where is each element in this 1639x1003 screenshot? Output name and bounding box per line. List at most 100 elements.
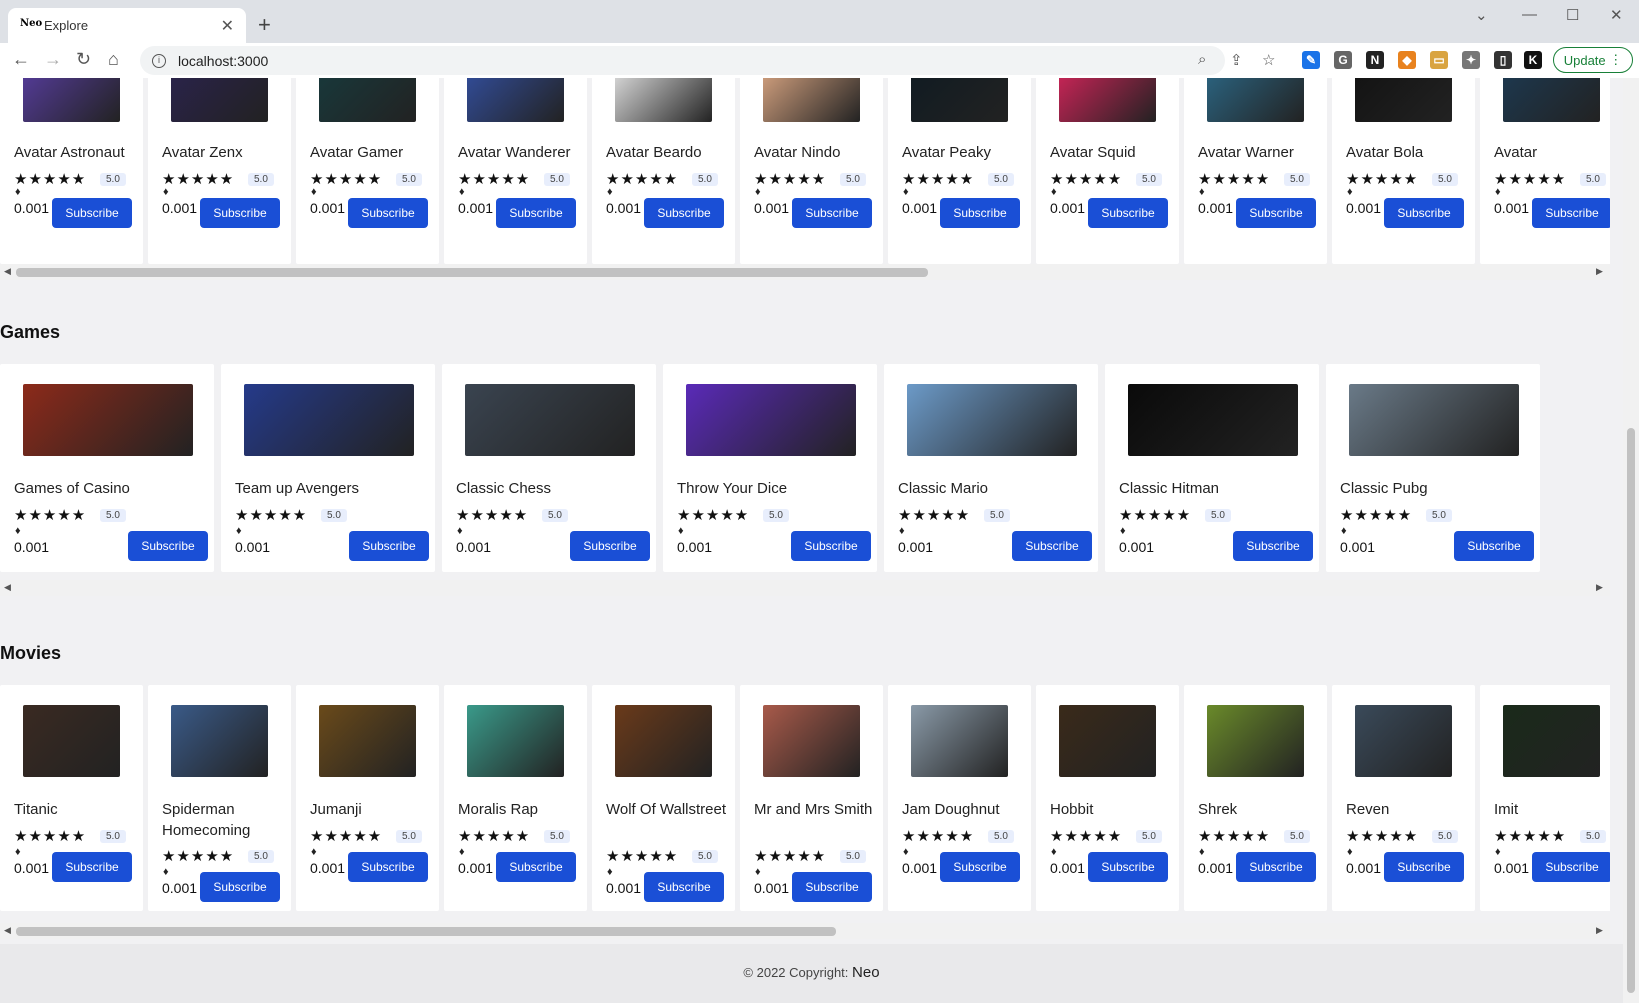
product-card[interactable]: Throw Your Dice ★★★★★ 5.0 ♦ 0.001 Subscribe <box>663 364 877 572</box>
tab-search-icon[interactable]: ⌄ <box>1475 6 1488 24</box>
product-thumbnail[interactable] <box>1207 78 1304 122</box>
subscribe-button[interactable]: Subscribe <box>940 852 1020 882</box>
product-card[interactable]: Avatar Warner ★★★★★ 5.0 ♦ 0.001 Subscribe <box>1184 78 1327 264</box>
subscribe-button[interactable]: Subscribe <box>200 872 280 902</box>
extensions-puzzle-icon[interactable]: ✦ <box>1462 51 1480 69</box>
subscribe-button[interactable]: Subscribe <box>1236 198 1316 228</box>
product-name[interactable]: Avatar Gamer <box>310 142 433 163</box>
product-card[interactable]: Avatar Peaky ★★★★★ 5.0 ♦ 0.001 Subscribe <box>888 78 1031 264</box>
product-card[interactable]: Jumanji ★★★★★ 5.0 ♦ 0.001 Subscribe <box>296 685 439 911</box>
product-card[interactable]: Avatar Bola ★★★★★ 5.0 ♦ 0.001 Subscribe <box>1332 78 1475 264</box>
product-card[interactable]: Classic Hitman ★★★★★ 5.0 ♦ 0.001 Subscribe <box>1105 364 1319 572</box>
subscribe-button[interactable]: Subscribe <box>1088 852 1168 882</box>
product-card[interactable]: Avatar Gamer ★★★★★ 5.0 ♦ 0.001 Subscribe <box>296 78 439 264</box>
close-window-icon[interactable]: ✕ <box>1610 6 1623 24</box>
product-name[interactable]: Avatar Astronaut <box>14 142 137 163</box>
reload-icon[interactable]: ↻ <box>76 49 91 70</box>
product-thumbnail[interactable] <box>1349 384 1519 456</box>
extension-pen-icon[interactable]: ✎ <box>1302 51 1320 69</box>
product-name[interactable]: Team up Avengers <box>235 478 429 499</box>
bookmark-star-icon[interactable]: ☆ <box>1262 51 1275 69</box>
product-name[interactable]: Avatar Bola <box>1346 142 1469 163</box>
new-tab-icon[interactable]: + <box>258 12 271 38</box>
product-thumbnail[interactable] <box>763 78 860 122</box>
product-card[interactable]: Imit ★★★★★ 5.0 ♦ 0.001 Subscribe <box>1480 685 1610 911</box>
subscribe-button[interactable]: Subscribe <box>349 531 429 561</box>
product-thumbnail[interactable] <box>911 78 1008 122</box>
scroll-left-arrow-icon[interactable]: ◀ <box>4 925 11 936</box>
extension-cast-icon[interactable]: ▭ <box>1430 51 1448 69</box>
product-thumbnail[interactable] <box>23 384 193 456</box>
product-card[interactable]: Wolf Of Wallstreet ★★★★★ 5.0 ♦ 0.001 Subscrib… <box>592 685 735 911</box>
product-name[interactable]: Classic Chess <box>456 478 650 499</box>
subscribe-button[interactable]: Subscribe <box>348 198 428 228</box>
subscribe-button[interactable]: Subscribe <box>200 198 280 228</box>
subscribe-button[interactable]: Subscribe <box>1384 198 1464 228</box>
product-thumbnail[interactable] <box>615 78 712 122</box>
product-thumbnail[interactable] <box>686 384 856 456</box>
product-thumbnail[interactable] <box>319 78 416 122</box>
product-thumbnail[interactable] <box>1355 705 1452 777</box>
product-thumbnail[interactable] <box>171 78 268 122</box>
product-card[interactable]: Jam Doughnut ★★★★★ 5.0 ♦ 0.001 Subscribe <box>888 685 1031 911</box>
scroll-left-arrow-icon[interactable]: ◀ <box>4 582 11 593</box>
close-tab-icon[interactable]: ✕ <box>221 16 234 36</box>
product-card[interactable]: Shrek ★★★★★ 5.0 ♦ 0.001 Subscribe <box>1184 685 1327 911</box>
share-icon[interactable]: ⇪ <box>1230 51 1243 69</box>
extension-metamask-icon[interactable]: ◆ <box>1398 51 1416 69</box>
subscribe-button[interactable]: Subscribe <box>792 872 872 902</box>
site-info-icon[interactable]: i <box>152 53 166 68</box>
product-name[interactable]: Avatar Nindo <box>754 142 877 163</box>
address-bar[interactable]: i localhost:3000 <box>140 46 1225 75</box>
product-name[interactable]: Avatar Peaky <box>902 142 1025 163</box>
product-name[interactable]: Hobbit <box>1050 799 1173 820</box>
product-thumbnail[interactable] <box>244 384 414 456</box>
product-name[interactable]: Avatar Beardo <box>606 142 729 163</box>
movies-hscrollbar[interactable]: ◀ ▶ <box>0 923 1610 939</box>
page-viewport[interactable]: Avatar Astronaut ★★★★★ 5.0 ♦ 0.001 Subscribe A… <box>0 78 1623 1003</box>
product-card[interactable]: Titanic ★★★★★ 5.0 ♦ 0.001 Subscribe <box>0 685 143 911</box>
games-row[interactable]: Games of Casino ★★★★★ 5.0 ♦ 0.001 Subscribe Te… <box>0 364 1610 572</box>
product-name[interactable]: Avatar Warner <box>1198 142 1321 163</box>
avatars-row[interactable]: Avatar Astronaut ★★★★★ 5.0 ♦ 0.001 Subscribe A… <box>0 78 1610 264</box>
product-card[interactable]: Mr and Mrs Smith ★★★★★ 5.0 ♦ 0.001 Subscribe <box>740 685 883 911</box>
product-card[interactable]: Reven ★★★★★ 5.0 ♦ 0.001 Subscribe <box>1332 685 1475 911</box>
subscribe-button[interactable]: Subscribe <box>128 531 208 561</box>
minimize-icon[interactable]: — <box>1522 6 1537 23</box>
subscribe-button[interactable]: Subscribe <box>496 198 576 228</box>
subscribe-button[interactable]: Subscribe <box>791 531 871 561</box>
subscribe-button[interactable]: Subscribe <box>940 198 1020 228</box>
subscribe-button[interactable]: Subscribe <box>1532 198 1610 228</box>
browser-tab[interactable]: Neo Explore ✕ <box>8 8 246 43</box>
extension-g-icon[interactable]: G <box>1334 51 1352 69</box>
product-name[interactable]: Spiderman Homecoming <box>162 799 285 841</box>
product-thumbnail[interactable] <box>1503 705 1600 777</box>
side-panel-icon[interactable]: ▯ <box>1494 51 1512 69</box>
product-card[interactable]: Avatar Astronaut ★★★★★ 5.0 ♦ 0.001 Subscribe <box>0 78 143 264</box>
subscribe-button[interactable]: Subscribe <box>1088 198 1168 228</box>
scroll-right-arrow-icon[interactable]: ▶ <box>1596 582 1603 593</box>
product-name[interactable]: Avatar <box>1494 142 1610 163</box>
subscribe-button[interactable]: Subscribe <box>348 852 428 882</box>
product-name[interactable]: Games of Casino <box>14 478 208 499</box>
product-thumbnail[interactable] <box>23 705 120 777</box>
profile-k-icon[interactable]: K <box>1524 51 1542 69</box>
subscribe-button[interactable]: Subscribe <box>644 198 724 228</box>
product-thumbnail[interactable] <box>1503 78 1600 122</box>
product-thumbnail[interactable] <box>467 78 564 122</box>
product-thumbnail[interactable] <box>467 705 564 777</box>
product-name[interactable]: Classic Pubg <box>1340 478 1534 499</box>
product-name[interactable]: Avatar Wanderer <box>458 142 581 163</box>
subscribe-button[interactable]: Subscribe <box>1233 531 1313 561</box>
product-name[interactable]: Classic Hitman <box>1119 478 1313 499</box>
product-card[interactable]: Avatar Squid ★★★★★ 5.0 ♦ 0.001 Subscribe <box>1036 78 1179 264</box>
product-thumbnail[interactable] <box>615 705 712 777</box>
back-icon[interactable]: ← <box>12 49 30 70</box>
product-name[interactable]: Jam Doughnut <box>902 799 1025 820</box>
update-button[interactable]: Update ⋮ <box>1553 47 1633 73</box>
subscribe-button[interactable]: Subscribe <box>570 531 650 561</box>
product-name[interactable]: Imit <box>1494 799 1610 820</box>
maximize-icon[interactable]: ☐ <box>1566 6 1579 24</box>
product-thumbnail[interactable] <box>171 705 268 777</box>
subscribe-button[interactable]: Subscribe <box>644 872 724 902</box>
